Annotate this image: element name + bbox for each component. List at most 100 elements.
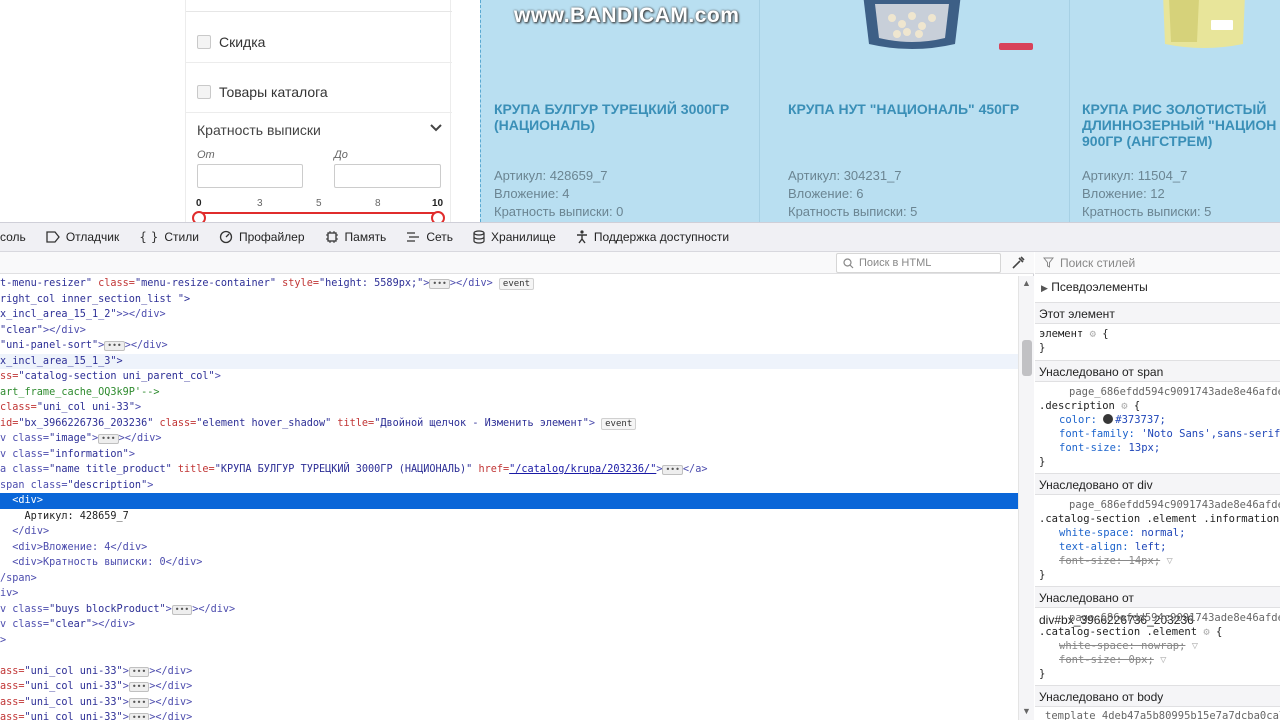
- catalog-goods-checkbox[interactable]: [197, 85, 211, 99]
- tree-node[interactable]: ass="uni_col uni-33"> ••• ></div>: [0, 664, 1018, 680]
- href-link[interactable]: "/catalog/krupa/203236/": [509, 464, 656, 475]
- ellipsis-button[interactable]: •••: [662, 465, 683, 475]
- tree-node[interactable]: v class="clear"></div>: [0, 617, 1018, 633]
- ellipsis-button[interactable]: •••: [128, 697, 150, 708]
- tree-node[interactable]: ass="uni_col uni-33"> ••• ></div>: [0, 679, 1018, 695]
- tree-node[interactable]: ass="uni_col uni-33"> ••• ></div>: [0, 710, 1018, 720]
- filter-icon[interactable]: ▽: [1160, 654, 1166, 666]
- tree-node[interactable]: right_col inner_section_list ">: [0, 292, 1018, 308]
- event-badge[interactable]: event: [498, 278, 535, 290]
- filter-icon[interactable]: ▽: [1166, 555, 1172, 567]
- tab-storage[interactable]: Хранилище: [463, 222, 566, 252]
- tree-node-selected[interactable]: <div>: [0, 493, 1018, 509]
- tab-memory[interactable]: Память: [315, 222, 397, 252]
- tab-console[interactable]: соль: [0, 222, 36, 252]
- rule-selector-line[interactable]: .description ⚙ {: [1039, 400, 1280, 412]
- ellipsis-button[interactable]: •••: [98, 434, 119, 444]
- property-name[interactable]: white-space:: [1059, 527, 1135, 539]
- overridden-property[interactable]: font-size: 14px;: [1059, 555, 1160, 567]
- stylesheet-source-link[interactable]: page_686efdd594c9091743ade8e46afdeb: [1069, 386, 1280, 398]
- ellipsis-button[interactable]: •••: [104, 341, 125, 351]
- range-slider-min-handle[interactable]: [192, 211, 206, 222]
- range-from-input[interactable]: [197, 164, 303, 188]
- filter-discount[interactable]: Скидка: [197, 34, 265, 50]
- declaration[interactable]: font-size: 13px;: [1059, 442, 1280, 454]
- filter-catalog-goods[interactable]: Товары каталога: [197, 84, 328, 100]
- product-card[interactable]: КРУПА БУЛГУР ТУРЕЦКИЙ 3000ГР (НАЦИОНАЛЬ)…: [481, 0, 759, 222]
- html-search-input[interactable]: Поиск в HTML: [836, 253, 1001, 273]
- tree-node[interactable]: v class="information">: [0, 447, 1018, 463]
- tree-node[interactable]: art_frame_cache_OQ3k9P'-->: [0, 385, 1018, 401]
- pseudo-elements-toggle[interactable]: ▶ Псевдоэлементы: [1041, 280, 1280, 294]
- property-value[interactable]: #373737;: [1115, 414, 1166, 426]
- color-swatch[interactable]: [1103, 414, 1114, 424]
- tab-network[interactable]: Сеть: [396, 222, 463, 252]
- tree-node[interactable]: /span>: [0, 571, 1018, 587]
- tree-node[interactable]: span class="description">: [0, 478, 1018, 494]
- stylesheet-source-link[interactable]: template_4deb47a5b80995b15e7a7dcba0ca7f: [1045, 710, 1280, 720]
- event-badge[interactable]: event: [601, 417, 637, 430]
- tree-node[interactable]: "clear"></div>: [0, 323, 1018, 339]
- ellipsis-button[interactable]: •••: [171, 604, 193, 615]
- product-card[interactable]: КРУПА НУТ "НАЦИОНАЛЬ" 450ГР Артикул: 304…: [775, 0, 1053, 222]
- tab-accessibility[interactable]: Поддержка доступности: [566, 222, 739, 252]
- scroll-up-icon[interactable]: ▲: [1022, 278, 1031, 288]
- eyedropper-icon[interactable]: [1010, 255, 1026, 271]
- property-name[interactable]: text-align:: [1059, 541, 1129, 553]
- tree-node[interactable]: x_incl_area_15_1_2">></div>: [0, 307, 1018, 323]
- declaration[interactable]: font-family: 'Noto Sans',sans-serif;: [1059, 428, 1280, 440]
- tree-node[interactable]: Артикул: 428659_7: [0, 509, 1018, 525]
- rule-settings-icon[interactable]: ⚙: [1121, 400, 1127, 412]
- property-value[interactable]: normal;: [1141, 527, 1185, 539]
- tree-node[interactable]: class="uni_col uni-33">: [0, 400, 1018, 416]
- tab-profiler[interactable]: Профайлер: [209, 222, 315, 252]
- scroll-down-icon[interactable]: ▼: [1022, 706, 1031, 716]
- ellipsis-button[interactable]: •••: [128, 713, 150, 720]
- stylesheet-source-link[interactable]: page_686efdd594c9091743ade8e46afdeb: [1069, 499, 1280, 511]
- tree-node[interactable]: v class="buys blockProduct"> ••• ></div>: [0, 602, 1018, 618]
- product-image[interactable]: [1159, 0, 1249, 54]
- property-name[interactable]: color:: [1059, 414, 1097, 426]
- ellipsis-button[interactable]: •••: [128, 682, 150, 692]
- tree-node[interactable]: id="bx_3966226736_203236" class="element…: [0, 416, 1018, 432]
- product-image[interactable]: [857, 0, 967, 58]
- range-slider-max-handle[interactable]: [431, 211, 445, 222]
- stylesheet-source-link[interactable]: page_686efdd594c9091743ade8e46afdeb: [1069, 612, 1280, 624]
- tree-node[interactable]: iv>: [0, 586, 1018, 602]
- tree-node[interactable]: v class="image"> ••• ></div>: [0, 431, 1018, 447]
- declaration-overridden[interactable]: font-size: 14px; ▽: [1059, 555, 1280, 567]
- chevron-down-icon[interactable]: [428, 120, 444, 136]
- styles-filter-input[interactable]: Поиск стилей: [1035, 252, 1280, 274]
- multiplicity-filter-title[interactable]: Кратность выписки: [197, 122, 321, 138]
- tree-node[interactable]: t-menu-resizer" class="menu-resize-conta…: [0, 276, 1018, 292]
- overridden-property[interactable]: font-size: 0px;: [1059, 654, 1154, 666]
- filter-icon[interactable]: ▽: [1192, 640, 1198, 652]
- tree-node[interactable]: x_incl_area_15_1_3">: [0, 353, 1018, 369]
- property-value[interactable]: left;: [1135, 541, 1167, 553]
- range-to-input[interactable]: [334, 164, 441, 188]
- tree-node[interactable]: >: [0, 633, 1018, 649]
- product-title-link[interactable]: КРУПА БУЛГУР ТУРЕЦКИЙ 3000ГР (НАЦИОНАЛЬ): [494, 101, 729, 133]
- discount-checkbox[interactable]: [197, 35, 211, 49]
- tree-node[interactable]: ss="catalog-section uni_parent_col">: [0, 369, 1018, 385]
- tree-node[interactable]: a class="name title_product" title="КРУП…: [0, 462, 1018, 478]
- product-card[interactable]: КРУПА РИС ЗОЛОТИСТЫЙ ДЛИННОЗЕРНЫЙ "НАЦИО…: [1069, 0, 1280, 222]
- product-title-link[interactable]: КРУПА РИС ЗОЛОТИСТЫЙ ДЛИННОЗЕРНЫЙ "НАЦИО…: [1082, 101, 1276, 149]
- overridden-property[interactable]: white-space: nowrap;: [1059, 640, 1185, 652]
- tree-node[interactable]: ass="uni_col uni-33"> ••• ></div>: [0, 695, 1018, 711]
- tree-node[interactable]: <div>Вложение: 4</div>: [0, 540, 1018, 556]
- scrollbar-thumb[interactable]: [1022, 340, 1032, 376]
- tab-style-editor[interactable]: { } Стили: [129, 222, 209, 252]
- rule-selector-line[interactable]: .catalog-section .element ⚙ {: [1039, 626, 1280, 638]
- element-rule[interactable]: элемент ⚙ {: [1039, 328, 1280, 340]
- property-name[interactable]: font-family:: [1059, 428, 1135, 440]
- ellipsis-button[interactable]: •••: [128, 666, 150, 677]
- declaration-overridden[interactable]: font-size: 0px; ▽: [1059, 654, 1280, 666]
- property-value[interactable]: 'Noto Sans',sans-serif;: [1141, 428, 1280, 440]
- tree-node[interactable]: "uni-panel-sort"> ••• ></div>: [0, 338, 1018, 354]
- rule-selector-line[interactable]: .catalog-section .element .information ⚙: [1039, 513, 1280, 525]
- tree-node[interactable]: <div>Кратность выписки: 0</div>: [0, 555, 1018, 571]
- declaration-overridden[interactable]: white-space: nowrap; ▽: [1059, 640, 1280, 652]
- property-name[interactable]: font-size:: [1059, 442, 1122, 454]
- property-value[interactable]: 13px;: [1129, 442, 1161, 454]
